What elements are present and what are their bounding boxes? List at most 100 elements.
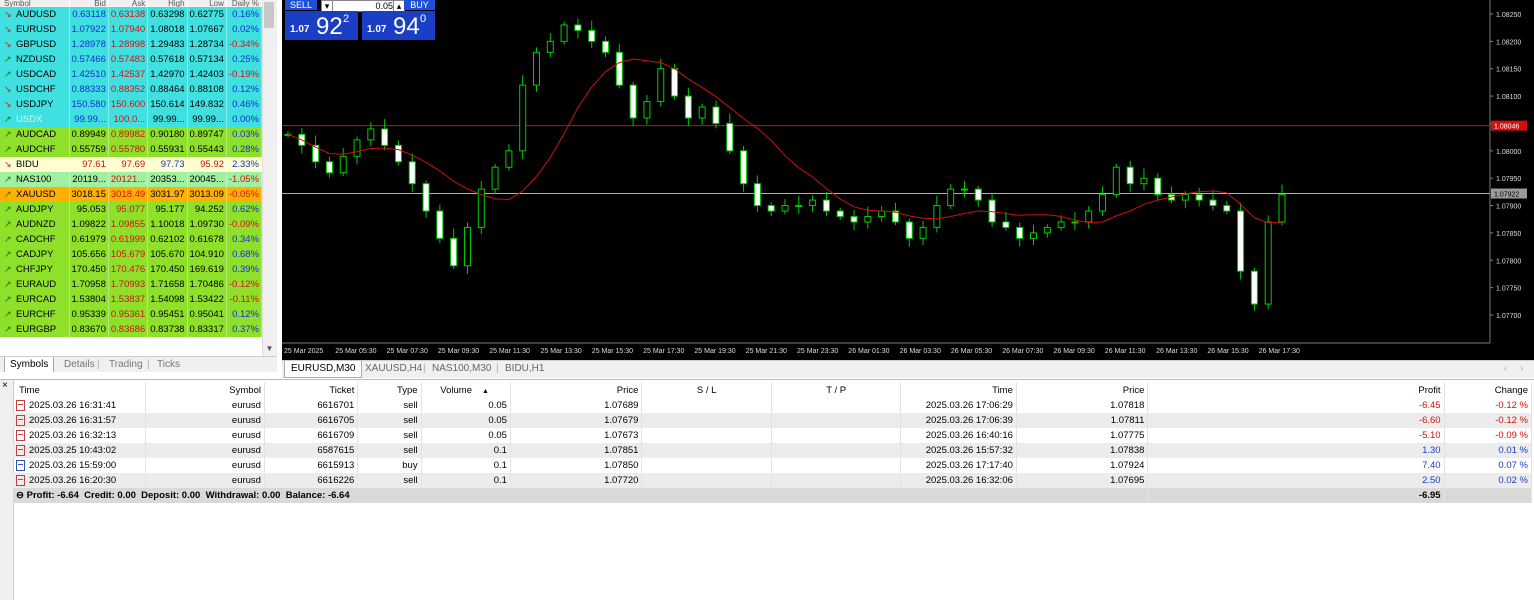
market-watch-row[interactable]: ↗ USDCAD 1.42510 1.42537 1.42970 1.42403 -0.19… <box>0 67 263 82</box>
type-value: sell <box>403 415 418 426</box>
market-watch-row[interactable]: ↗ AUDCAD 0.89949 0.89982 0.90180 0.89747 0.03% <box>0 127 263 142</box>
scroll-down-arrow-icon[interactable]: ▼ <box>262 342 277 356</box>
sell-button[interactable]: SELL <box>285 0 317 10</box>
market-watch-row[interactable]: ↗ EURCAD 1.53804 1.53837 1.54098 1.53422 -0.11… <box>0 292 263 307</box>
close-price-cell: 1.07775 <box>1016 428 1149 443</box>
market-watch-row[interactable]: ↗ AUDNZD 1.09822 1.09855 1.10018 1.09730 -0.09… <box>0 217 263 232</box>
market-watch-row[interactable]: ↗ CHFJPY 170.450 170.476 170.450 169.619 0.39% <box>0 262 263 277</box>
tab-details[interactable]: Details <box>64 357 95 372</box>
market-watch-scroll-thumb[interactable] <box>264 2 274 28</box>
column-header-price[interactable]: Price <box>1016 382 1149 398</box>
market-watch-row[interactable]: ↗ EURCHF 0.95339 0.95361 0.95451 0.95041 0.12% <box>0 307 263 322</box>
high-cell: 0.83738 <box>147 322 188 337</box>
tabs-scroll-right-icon[interactable]: › <box>1520 361 1523 377</box>
tab-eurusd-m30[interactable]: EURUSD,M30 <box>284 361 363 378</box>
sell-quote[interactable]: 1.07 92 2 <box>285 11 358 40</box>
column-header-time[interactable]: Time <box>13 382 146 398</box>
symbol-cell: ↗ CADCHF <box>0 232 70 247</box>
column-header[interactable]: Ask <box>108 0 149 7</box>
history-row[interactable]: 2025.03.26 16:31:57 eurusd 6616705 sell 0.05… <box>13 413 1533 428</box>
buy-quote[interactable]: 1.07 94 0 <box>362 11 435 40</box>
tab-bidu-h1[interactable]: BIDU,H1 <box>505 361 544 377</box>
candle-body <box>629 84 637 119</box>
market-watch-row[interactable]: ↗ AUDCHF 0.55759 0.55780 0.55931 0.55443 0.28% <box>0 142 263 157</box>
candle-body <box>519 84 527 152</box>
bid-cell: 95.053 <box>69 202 109 217</box>
change-cell: -0.12 % <box>1444 413 1533 428</box>
chart-background <box>282 0 1534 360</box>
market-watch-row[interactable]: ↘ AUDUSD 0.63118 0.63138 0.63298 0.62775 0.16% <box>0 7 263 22</box>
high-cell: 105.670 <box>147 247 188 262</box>
collapse-icon[interactable]: ⊖ <box>16 490 27 501</box>
arrow-down-icon: ↘ <box>4 24 12 34</box>
arrow-up-icon: ↗ <box>4 324 12 334</box>
market-watch-row[interactable]: ↗ AUDJPY 95.053 95.077 95.177 94.252 0.62% <box>0 202 263 217</box>
sell-price-prefix: 1.07 <box>290 24 310 35</box>
market-watch-row[interactable]: ↗ NZDUSD 0.57466 0.57483 0.57618 0.57134 0.25% <box>0 52 263 67</box>
history-row[interactable]: 2025.03.26 16:31:41 eurusd 6616701 sell 0.05… <box>13 398 1533 413</box>
column-header-label: Time <box>992 384 1013 396</box>
market-watch-row[interactable]: ↗ CADJPY 105.656 105.679 105.670 104.910 0.68% <box>0 247 263 262</box>
column-header-time[interactable]: Time <box>900 382 1017 398</box>
summary-total-cell: -6.95 <box>1147 488 1445 503</box>
history-row[interactable]: 2025.03.26 15:59:00 eurusd 6615913 buy 0.1 1.… <box>13 458 1533 473</box>
column-header-s-l[interactable]: S / L <box>641 382 772 398</box>
tp-cell <box>771 473 902 488</box>
terminal-history-panel: × Time Symbol Ticket Type Volume ▲ Price S / LT… <box>0 379 1534 600</box>
history-row[interactable]: 2025.03.26 16:32:13 eurusd 6616709 sell 0.05… <box>13 428 1533 443</box>
candle-body <box>1223 205 1231 212</box>
price-chart[interactable]: 1.082501.082001.081501.081001.080501.080… <box>282 0 1534 360</box>
type-value: sell <box>403 475 418 486</box>
tab-ticks[interactable]: Ticks <box>157 357 180 372</box>
profit-cell: -6.60 <box>1147 413 1445 428</box>
market-watch-scrollbar[interactable] <box>262 0 277 356</box>
price-cell: 1.07689 <box>510 398 643 413</box>
candle-body <box>822 199 830 212</box>
column-header-price[interactable]: Price <box>510 382 643 398</box>
column-header-type[interactable]: Type <box>357 382 422 398</box>
volume-cell: 0.1 <box>421 473 511 488</box>
change-cell: 0.01 % <box>1444 443 1533 458</box>
close-time-cell: 2025.03.26 16:40:16 <box>900 428 1017 443</box>
buy-button[interactable]: BUY <box>404 0 435 10</box>
market-watch-row[interactable]: ↘ EURUSD 1.07922 1.07940 1.08018 1.07667 0.02% <box>0 22 263 37</box>
close-price-cell: 1.07924 <box>1016 458 1149 473</box>
column-header[interactable]: Symbol <box>0 0 70 7</box>
market-watch-row[interactable]: ↗ CADCHF 0.61979 0.61999 0.62102 0.61678 0.34% <box>0 232 263 247</box>
market-watch-row[interactable]: ↗ USDX 99.99... 100.0... 99.99... 99.99... 0.0… <box>0 112 263 127</box>
tab-nas100-m30[interactable]: NAS100,M30 <box>432 361 491 377</box>
tab-trading[interactable]: Trading <box>109 357 143 372</box>
market-watch-row[interactable]: ↘ BIDU 97.61 97.69 97.73 95.92 2.33% <box>0 157 263 172</box>
column-header-volume[interactable]: Volume ▲ <box>421 382 511 398</box>
column-header[interactable]: Low <box>187 0 227 7</box>
market-watch-row[interactable]: ↘ USDCHF 0.88333 0.88352 0.88464 0.88108 0.12% <box>0 82 263 97</box>
history-row[interactable]: 2025.03.26 16:20:30 eurusd 6616226 sell 0.1 1… <box>13 473 1533 488</box>
market-watch-row[interactable]: ↗ EURGBP 0.83670 0.83686 0.83738 0.83317 0.37% <box>0 322 263 337</box>
market-watch-row[interactable]: ↗ EURAUD 1.70958 1.70993 1.71658 1.70486 -0.12… <box>0 277 263 292</box>
time-axis-label: 25 Mar 2025 <box>284 348 323 355</box>
market-watch-row[interactable]: ↘ USDJPY 150.580 150.600 150.614 149.832 0.46% <box>0 97 263 112</box>
column-header-profit[interactable]: Profit <box>1147 382 1445 398</box>
column-header[interactable]: Daily % <box>226 0 263 7</box>
tp-cell <box>771 413 902 428</box>
history-row[interactable]: 2025.03.25 10:43:02 eurusd 6587615 sell 0.1 1… <box>13 443 1533 458</box>
volume-cell: 0.1 <box>421 443 511 458</box>
market-watch-row[interactable]: ↗ NAS100 20119... 20121... 20353... 20045... -… <box>0 172 263 187</box>
tab-xauusd-h4[interactable]: XAUUSD,H4 <box>365 361 422 377</box>
column-header[interactable]: Bid <box>69 0 109 7</box>
column-header-change[interactable]: Change <box>1444 382 1533 398</box>
tab-symbols[interactable]: Symbols <box>4 357 55 372</box>
time-cell: 2025.03.26 16:20:30 <box>13 473 146 488</box>
close-icon[interactable]: × <box>2 380 8 391</box>
column-header[interactable]: High <box>147 0 188 7</box>
column-header-symbol[interactable]: Symbol <box>145 382 265 398</box>
buy-price-pip: 0 <box>420 13 427 25</box>
candle-body <box>394 144 402 163</box>
market-watch-row[interactable]: ↗ XAUUSD 3018.15 3018.49 3031.97 3013.09 -0.05… <box>0 187 263 202</box>
market-watch-row[interactable]: ↘ GBPUSD 1.28978 1.28998 1.29483 1.28734 -0.34… <box>0 37 263 52</box>
daily-cell: 0.37% <box>226 322 263 337</box>
low-cell: 104.910 <box>187 247 227 262</box>
tabs-scroll-left-icon[interactable]: ‹ <box>1504 361 1507 377</box>
column-header-t-p[interactable]: T / P <box>771 382 902 398</box>
column-header-ticket[interactable]: Ticket <box>264 382 359 398</box>
